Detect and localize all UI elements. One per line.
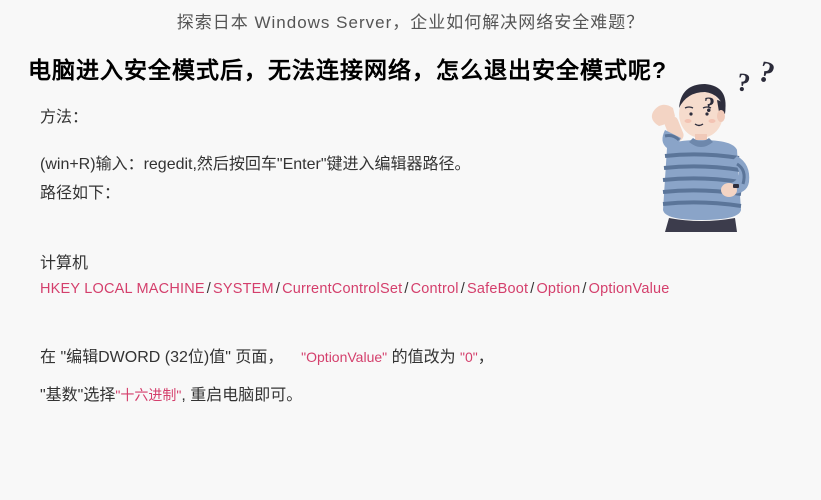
edit-instruction-a: 在 "编辑DWORD (32位)值" 页面， "OptionValue" 的值改… <box>40 343 781 367</box>
text-b1: "基数"选择 <box>40 387 115 404</box>
option-value-zero: "0" <box>460 349 478 365</box>
person-svg <box>609 72 779 272</box>
registry-path: HKEY LOCAL MACHINE/SYSTEM/CurrentControl… <box>40 281 781 297</box>
top-banner: 探索日本 Windows Server，企业如何解决网络安全难题？ <box>0 0 821 45</box>
path-seg-1: HKEY LOCAL MACHINE <box>40 281 205 297</box>
slash-icon: / <box>459 281 467 297</box>
text-a5: ， <box>478 349 494 366</box>
hex-value: "十六进制" <box>115 387 181 403</box>
option-value-key: "OptionValue" <box>301 349 387 365</box>
text-a1: 在 "编辑DWORD (32位)值" 页面， <box>40 349 283 366</box>
step-instruction: (win+R)输入：regedit,然后按回车"Enter"键进入编辑器路径。 <box>40 153 560 177</box>
path-seg-2: SYSTEM <box>213 281 274 297</box>
slash-icon: / <box>205 281 213 297</box>
path-seg-4: Control <box>411 281 459 297</box>
slash-icon: / <box>274 281 282 297</box>
edit-instruction-b: "基数"选择"十六进制", 重启电脑即可。 <box>40 381 781 405</box>
path-seg-7: OptionValue <box>589 281 670 297</box>
thinking-person-illustration: ? ? ? <box>609 72 779 272</box>
slash-icon: / <box>580 281 588 297</box>
question-mark-icon: ? <box>704 92 715 118</box>
path-seg-3: CurrentControlSet <box>282 281 402 297</box>
slash-icon: / <box>402 281 410 297</box>
path-seg-6: Option <box>536 281 580 297</box>
path-seg-5: SafeBoot <box>467 281 528 297</box>
text-a3: 的值改为 <box>392 349 460 366</box>
text-b3: , 重启电脑即可。 <box>181 387 302 404</box>
